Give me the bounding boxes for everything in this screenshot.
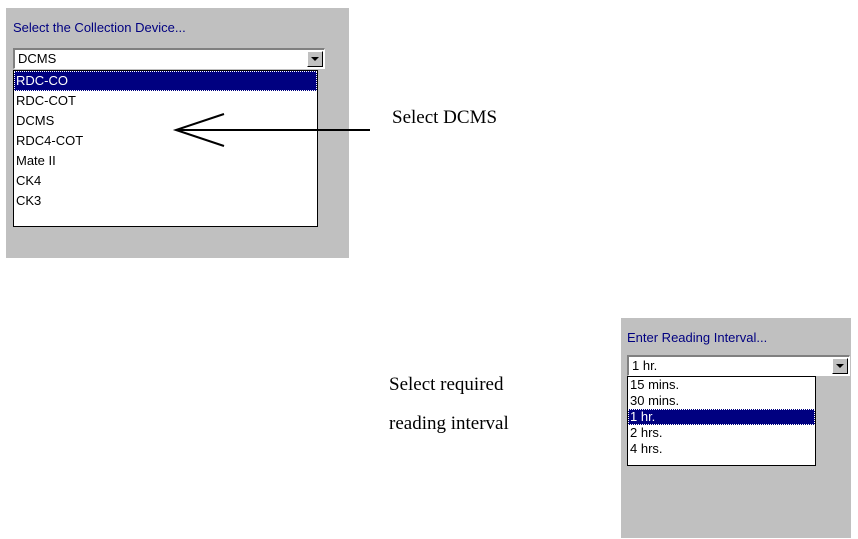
pointer-arrow-icon — [172, 113, 370, 147]
list-item-mate-ii[interactable]: Mate II — [14, 151, 317, 171]
annotation-interval-line1: Select required — [389, 374, 504, 395]
list-item-30-mins[interactable]: 30 mins. — [628, 393, 815, 409]
list-item-rdc-co[interactable]: RDC-CO — [14, 71, 317, 91]
chevron-down-icon — [311, 57, 319, 61]
reading-interval-list: 15 mins. 30 mins. 1 hr. 2 hrs. 4 hrs. — [627, 376, 816, 466]
dropdown-button[interactable] — [832, 358, 848, 374]
annotation-select-dcms: Select DCMS — [392, 107, 498, 128]
dropdown-button[interactable] — [307, 51, 323, 67]
list-item-ck3[interactable]: CK3 — [14, 191, 317, 211]
annotation-interval-line2: reading interval — [389, 413, 509, 434]
collection-device-select[interactable]: DCMS — [13, 48, 325, 69]
list-item-4-hrs[interactable]: 4 hrs. — [628, 441, 815, 457]
reading-interval-value: 1 hr. — [632, 358, 658, 373]
collection-device-caption: Select the Collection Device... — [13, 20, 186, 35]
list-item-2-hrs[interactable]: 2 hrs. — [628, 425, 815, 441]
collection-device-value: DCMS — [18, 51, 57, 66]
reading-interval-caption: Enter Reading Interval... — [627, 330, 768, 345]
reading-interval-panel: Enter Reading Interval... 1 hr. 15 mins.… — [621, 318, 851, 538]
reading-interval-select[interactable]: 1 hr. — [627, 355, 850, 376]
list-item-ck4[interactable]: CK4 — [14, 171, 317, 191]
chevron-down-icon — [836, 364, 844, 368]
list-item-1-hr[interactable]: 1 hr. — [628, 409, 815, 425]
list-item-15-mins[interactable]: 15 mins. — [628, 377, 815, 393]
